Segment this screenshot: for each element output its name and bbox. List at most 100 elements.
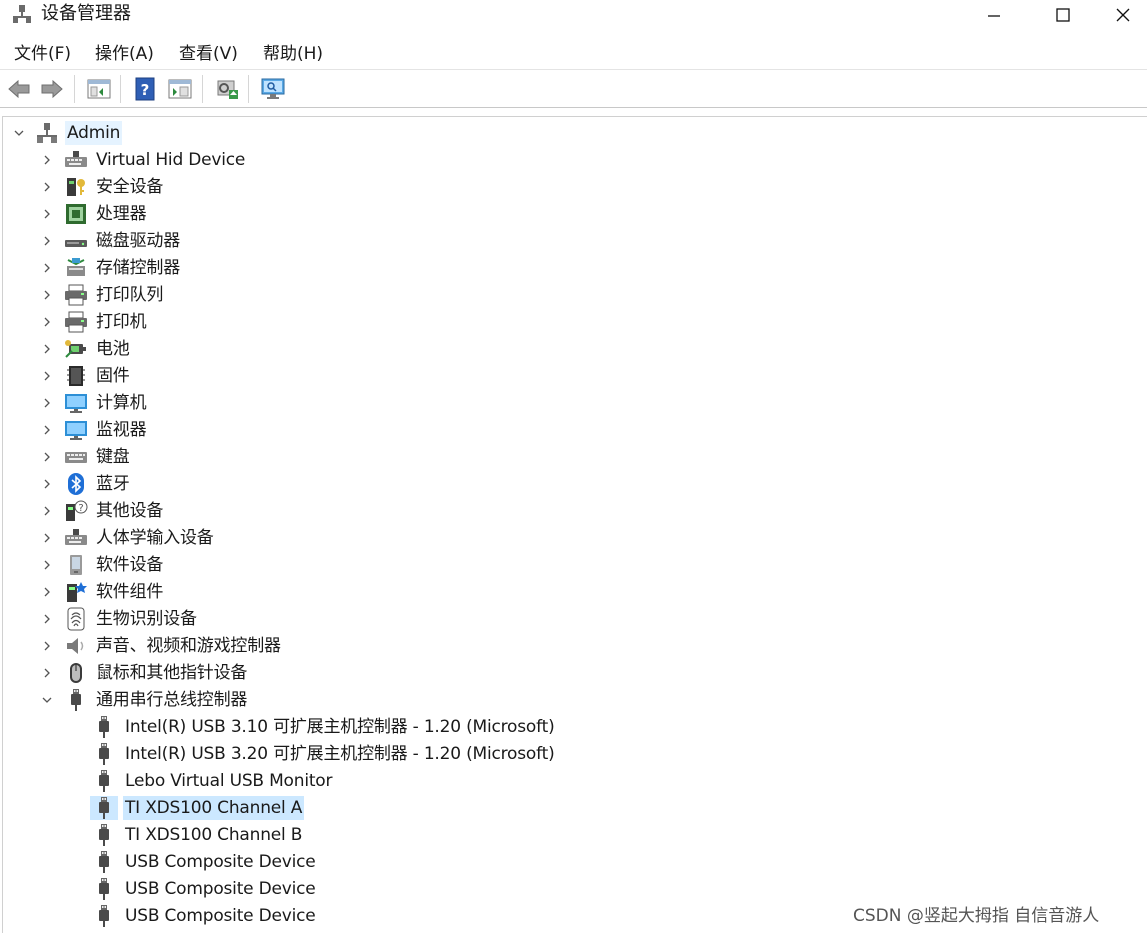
tree-category-item[interactable]: 电池 bbox=[3, 336, 1103, 362]
usb-plug-icon bbox=[92, 742, 116, 766]
tree-category-item[interactable]: 通用串行总线控制器 bbox=[3, 687, 1103, 713]
watermark: CSDN @竖起大拇指 自信音游人 bbox=[853, 906, 1100, 926]
tree-category-item[interactable]: 安全设备 bbox=[3, 174, 1103, 200]
properties-pane-button[interactable] bbox=[167, 76, 193, 102]
monitor-icon bbox=[64, 418, 88, 442]
forward-button[interactable] bbox=[39, 76, 65, 102]
show-hide-tree-button[interactable] bbox=[86, 76, 112, 102]
properties-pane-icon bbox=[168, 79, 192, 99]
expand-chevron-right-icon[interactable] bbox=[41, 262, 53, 274]
tree-category-item[interactable]: 打印队列 bbox=[3, 282, 1103, 308]
close-button[interactable] bbox=[1100, 0, 1146, 30]
scan-hardware-button[interactable] bbox=[260, 76, 286, 102]
tree-root-admin[interactable]: Admin bbox=[3, 120, 1103, 146]
processor-icon bbox=[64, 202, 88, 226]
expand-chevron-right-icon[interactable] bbox=[41, 397, 53, 409]
tree-category-label: Virtual Hid Device bbox=[96, 150, 246, 170]
usb-plug-icon bbox=[92, 769, 116, 793]
tree-category-item[interactable]: 打印机 bbox=[3, 309, 1103, 335]
speaker-icon bbox=[64, 634, 88, 658]
tree-device-item[interactable]: USB Composite Device bbox=[3, 849, 1103, 875]
expand-chevron-right-icon[interactable] bbox=[41, 451, 53, 463]
toolbar-separator bbox=[248, 75, 249, 103]
expand-chevron-right-icon[interactable] bbox=[41, 316, 53, 328]
tree-category-label: 键盘 bbox=[96, 447, 130, 467]
tree-category-item[interactable]: 磁盘驱动器 bbox=[3, 228, 1103, 254]
usb-plug-icon bbox=[92, 850, 116, 874]
usb-plug-icon bbox=[90, 796, 118, 820]
tree-device-label: Lebo Virtual USB Monitor bbox=[125, 771, 333, 791]
tree-device-item[interactable]: Intel(R) USB 3.20 可扩展主机控制器 - 1.20 (Micro… bbox=[3, 741, 1103, 767]
tree-category-item[interactable]: 存储控制器 bbox=[3, 255, 1103, 281]
tree-device-item[interactable]: Intel(R) USB 3.10 可扩展主机控制器 - 1.20 (Micro… bbox=[3, 714, 1103, 740]
tree-category-item[interactable]: 计算机 bbox=[3, 390, 1103, 416]
tree-device-item[interactable]: TI XDS100 Channel A bbox=[3, 795, 1103, 821]
tree-category-label: 生物识别设备 bbox=[96, 609, 197, 629]
tree-category-item[interactable]: 人体学输入设备 bbox=[3, 525, 1103, 551]
expand-chevron-right-icon[interactable] bbox=[41, 640, 53, 652]
software-component-icon bbox=[64, 580, 88, 604]
minimize-icon bbox=[988, 15, 1000, 17]
update-driver-button[interactable] bbox=[214, 76, 240, 102]
expand-chevron-right-icon[interactable] bbox=[41, 613, 53, 625]
expand-chevron-right-icon[interactable] bbox=[41, 532, 53, 544]
minimize-button[interactable] bbox=[971, 0, 1017, 30]
tree-category-item[interactable]: 键盘 bbox=[3, 444, 1103, 470]
tree-category-item[interactable]: 监视器 bbox=[3, 417, 1103, 443]
menu-view[interactable]: 查看(V) bbox=[179, 42, 238, 66]
expand-chevron-right-icon[interactable] bbox=[41, 424, 53, 436]
expand-chevron-down-icon[interactable] bbox=[13, 127, 25, 139]
expand-chevron-right-icon[interactable] bbox=[41, 154, 53, 166]
back-arrow-icon bbox=[8, 79, 30, 99]
tree-device-item[interactable]: TI XDS100 Channel B bbox=[3, 822, 1103, 848]
usb-plug-icon bbox=[92, 715, 116, 739]
maximize-button[interactable] bbox=[1040, 0, 1086, 30]
tree-device-item[interactable]: USB Composite Device bbox=[3, 876, 1103, 902]
expand-chevron-right-icon[interactable] bbox=[41, 586, 53, 598]
toolbar: ? bbox=[0, 71, 1147, 108]
expand-chevron-right-icon[interactable] bbox=[41, 370, 53, 382]
tree-category-label: 打印队列 bbox=[96, 285, 164, 305]
forward-arrow-icon bbox=[41, 79, 63, 99]
tree-category-item[interactable]: 鼠标和其他指针设备 bbox=[3, 660, 1103, 686]
tree-category-item[interactable]: ? 其他设备 bbox=[3, 498, 1103, 524]
back-button[interactable] bbox=[6, 76, 32, 102]
expand-chevron-right-icon[interactable] bbox=[41, 208, 53, 220]
bluetooth-icon bbox=[64, 472, 88, 496]
update-driver-icon bbox=[217, 80, 238, 99]
tree-category-label: 处理器 bbox=[96, 204, 147, 224]
tree-category-label: 蓝牙 bbox=[96, 474, 130, 494]
human-interface-device-icon bbox=[64, 526, 88, 550]
tree-device-item[interactable]: Lebo Virtual USB Monitor bbox=[3, 768, 1103, 794]
tree-category-item[interactable]: 固件 bbox=[3, 363, 1103, 389]
expand-chevron-down-icon[interactable] bbox=[41, 694, 53, 706]
tree-category-item[interactable]: 软件组件 bbox=[3, 579, 1103, 605]
menu-help[interactable]: 帮助(H) bbox=[263, 42, 323, 66]
menu-action[interactable]: 操作(A) bbox=[95, 42, 154, 66]
tree-category-item[interactable]: 声音、视频和游戏控制器 bbox=[3, 633, 1103, 659]
tree-device-label: TI XDS100 Channel A bbox=[123, 796, 305, 820]
tree-category-item[interactable]: 处理器 bbox=[3, 201, 1103, 227]
expand-chevron-right-icon[interactable] bbox=[41, 181, 53, 193]
biometric-fingerprint-icon bbox=[64, 607, 88, 631]
show-hide-console-tree-icon bbox=[87, 79, 111, 99]
expand-chevron-right-icon[interactable] bbox=[41, 559, 53, 571]
help-button[interactable]: ? bbox=[132, 76, 158, 102]
expand-chevron-right-icon[interactable] bbox=[41, 478, 53, 490]
tree-category-item[interactable]: Virtual Hid Device bbox=[3, 147, 1103, 173]
expand-chevron-right-icon[interactable] bbox=[41, 343, 53, 355]
menu-bar: 文件(F) 操作(A) 查看(V) 帮助(H) bbox=[0, 38, 1147, 70]
tree-category-label: 软件设备 bbox=[96, 555, 164, 575]
usb-plug-icon bbox=[92, 877, 116, 901]
expand-chevron-right-icon[interactable] bbox=[41, 667, 53, 679]
computer-network-icon bbox=[35, 121, 59, 145]
expand-chevron-right-icon[interactable] bbox=[41, 505, 53, 517]
firmware-icon bbox=[64, 364, 88, 388]
menu-file[interactable]: 文件(F) bbox=[14, 42, 71, 66]
tree-category-item[interactable]: 软件设备 bbox=[3, 552, 1103, 578]
expand-chevron-right-icon[interactable] bbox=[41, 289, 53, 301]
tree-device-label: USB Composite Device bbox=[125, 879, 316, 899]
tree-category-item[interactable]: 生物识别设备 bbox=[3, 606, 1103, 632]
expand-chevron-right-icon[interactable] bbox=[41, 235, 53, 247]
tree-category-item[interactable]: 蓝牙 bbox=[3, 471, 1103, 497]
